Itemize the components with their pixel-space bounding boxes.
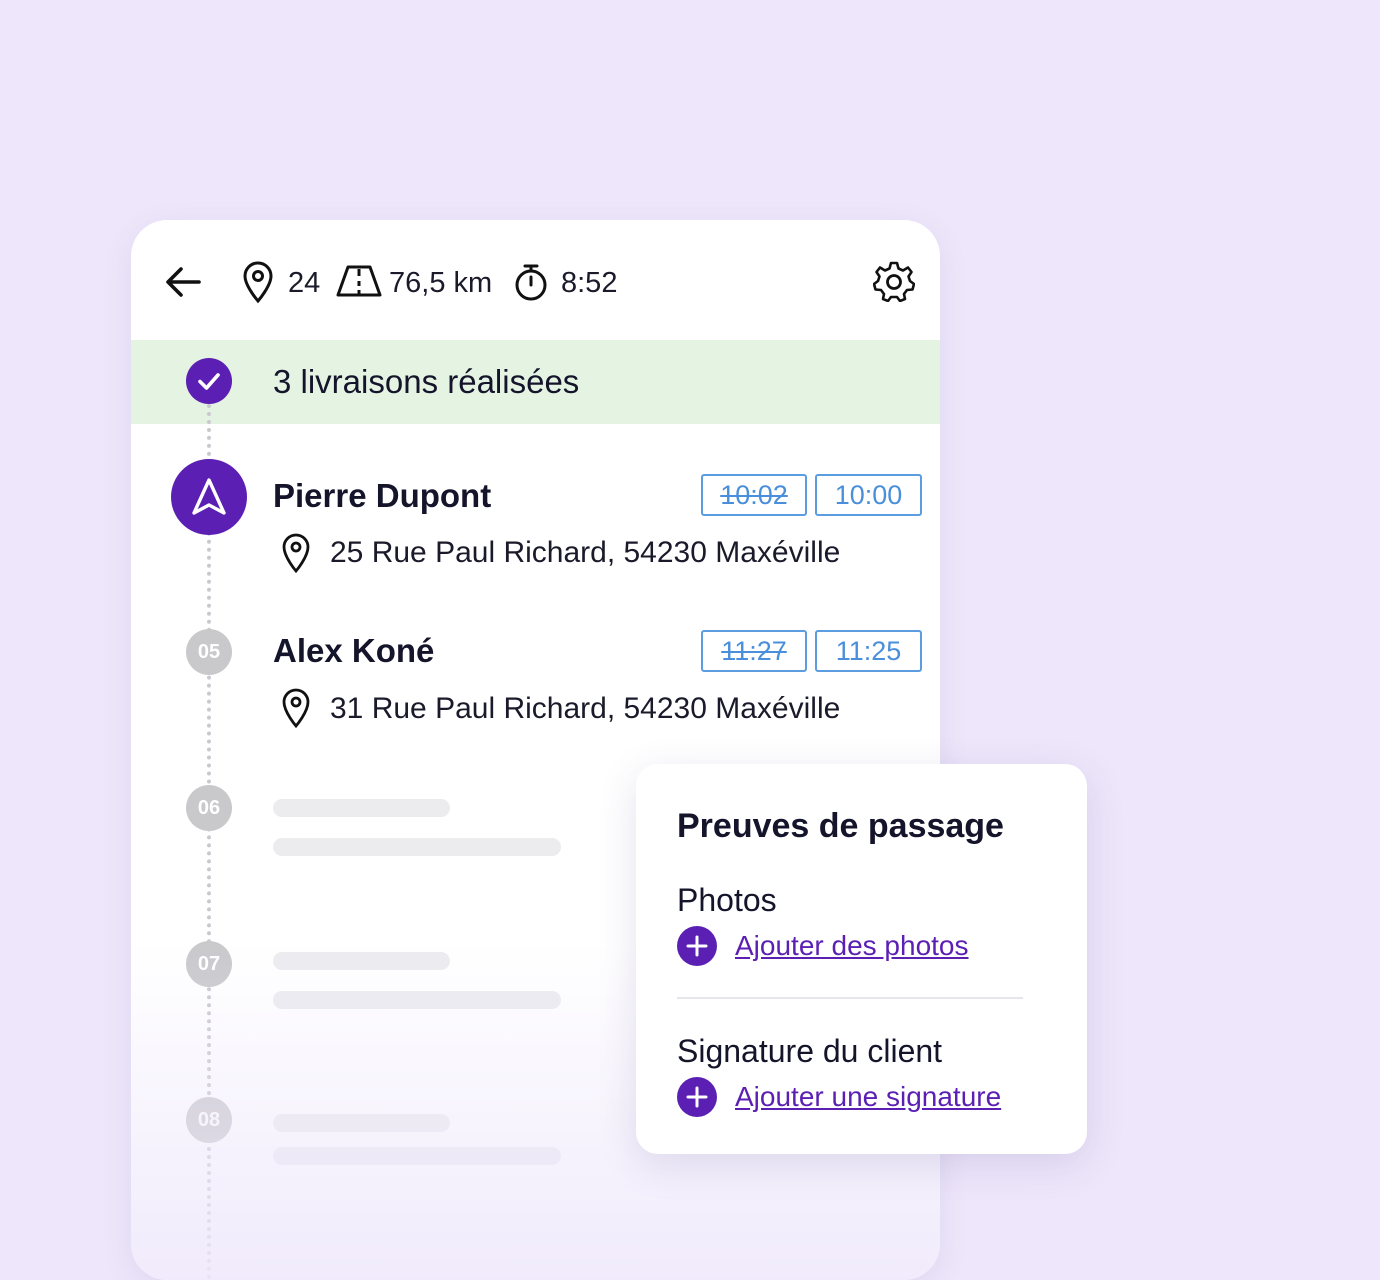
location-pin-icon <box>281 687 311 734</box>
stop-name[interactable]: Alex Koné <box>273 631 434 671</box>
skeleton-line <box>273 799 450 817</box>
add-signature-link[interactable]: Ajouter une signature <box>735 1080 1001 1114</box>
road-icon <box>335 264 383 303</box>
route-distance: 76,5 km <box>389 267 493 299</box>
skeleton-line <box>273 952 450 970</box>
add-signature-plus-icon[interactable] <box>677 1077 717 1117</box>
gear-icon[interactable] <box>872 260 916 307</box>
estimated-time-badge: 11:25 <box>815 630 922 672</box>
planned-time-badge: 11:27 <box>701 630 807 672</box>
proof-of-delivery-card: Preuves de passage Photos Ajouter des ph… <box>636 764 1087 1154</box>
stop-number-badge: 06 <box>186 785 232 831</box>
check-icon <box>186 358 232 404</box>
route-duration: 8:52 <box>561 267 618 299</box>
route-header: 24 76,5 km 8:52 <box>131 220 940 340</box>
add-photos-link[interactable]: Ajouter des photos <box>735 929 969 963</box>
stop-number-badge: 07 <box>186 941 232 987</box>
stops-count: 24 <box>288 267 321 299</box>
location-pin-icon <box>241 260 275 309</box>
card-divider <box>677 997 1023 999</box>
skeleton-line <box>273 991 561 1009</box>
estimated-time-badge: 10:00 <box>815 474 922 516</box>
arrow-left-icon[interactable] <box>163 262 203 307</box>
navigation-arrow-icon[interactable] <box>171 459 247 535</box>
skeleton-line <box>273 1114 450 1132</box>
add-photos-plus-icon[interactable] <box>677 926 717 966</box>
completed-deliveries-banner[interactable]: 3 livraisons réalisées <box>131 340 940 424</box>
skeleton-line <box>273 838 561 856</box>
stop-number-badge: 08 <box>186 1097 232 1143</box>
stop-name[interactable]: Pierre Dupont <box>273 476 491 516</box>
photos-label: Photos <box>677 882 777 918</box>
planned-time-badge: 10:02 <box>701 474 807 516</box>
stop-address: 31 Rue Paul Richard, 54230 Maxéville <box>330 692 841 725</box>
stop-number-badge: 05 <box>186 629 232 675</box>
stop-address: 25 Rue Paul Richard, 54230 Maxéville <box>330 536 841 569</box>
completed-deliveries-text: 3 livraisons réalisées <box>273 363 580 400</box>
skeleton-line <box>273 1147 561 1165</box>
card-title: Preuves de passage <box>677 807 1004 845</box>
location-pin-icon <box>281 532 311 579</box>
signature-label: Signature du client <box>677 1033 943 1069</box>
stopwatch-icon <box>513 262 549 307</box>
